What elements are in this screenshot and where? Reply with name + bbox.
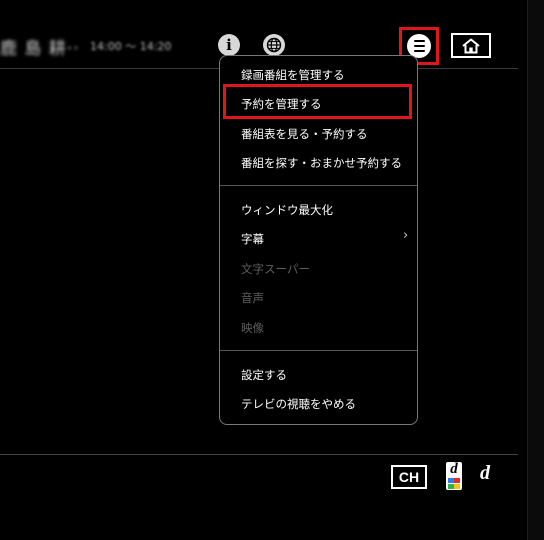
data-broadcast-label: d <box>450 462 458 477</box>
globe-icon-glyph <box>266 37 282 53</box>
menu-item-settings[interactable]: 設定する <box>241 367 287 383</box>
window-edge <box>527 0 544 540</box>
channel-button[interactable]: CH <box>391 465 427 489</box>
program-time: 14:00 〜 14:20 <box>90 40 172 53</box>
home-button[interactable] <box>451 33 491 58</box>
globe-icon[interactable] <box>263 34 285 56</box>
menu-item-manage-recordings[interactable]: 録画番組を管理する <box>241 67 345 83</box>
menu-item-subtitles[interactable]: 字幕 <box>241 231 264 247</box>
menu-separator <box>220 185 417 186</box>
data-broadcast-button[interactable]: d <box>446 462 462 490</box>
menu-item-maximize-window[interactable]: ウィンドウ最大化 <box>241 202 333 218</box>
menu-separator <box>220 350 417 351</box>
bottom-divider <box>0 454 518 455</box>
menu-item-program-guide[interactable]: 番組表を見る・予約する <box>241 126 368 142</box>
menu-item-superimpose: 文字スーパー <box>241 262 310 276</box>
menu-item-video: 映像 <box>241 321 264 335</box>
menu-item-search-programs[interactable]: 番組を探す・おまかせ予約する <box>241 155 402 171</box>
red-key <box>454 478 460 483</box>
home-icon <box>462 38 480 53</box>
chevron-right-icon: › <box>403 228 409 243</box>
menu-item-stop-viewing[interactable]: テレビの視聴をやめる <box>241 396 356 412</box>
program-title: 鹿 島 耕·· <box>0 39 80 59</box>
info-icon[interactable]: i <box>218 34 240 56</box>
menu-item-audio: 音声 <box>241 291 264 305</box>
yellow-key <box>454 484 460 489</box>
menu-item-highlight <box>223 84 412 119</box>
d-button[interactable]: d <box>480 462 490 485</box>
